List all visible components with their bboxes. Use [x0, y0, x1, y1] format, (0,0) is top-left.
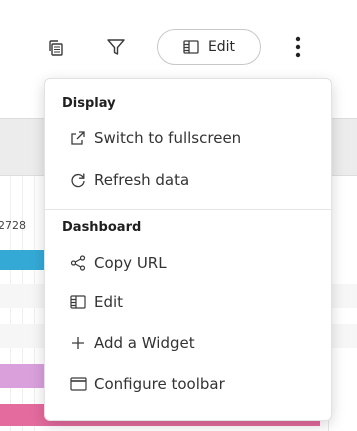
menu-divider: [45, 209, 331, 210]
timeline-bar-blue[interactable]: [0, 250, 46, 270]
menu-item-label: Edit: [94, 293, 124, 311]
menu-item-configure-toolbar[interactable]: Configure toolbar: [69, 369, 319, 399]
menu-item-switch-fullscreen[interactable]: Switch to fullscreen: [69, 123, 319, 153]
timeline-bar-lilac[interactable]: [0, 364, 46, 388]
refresh-icon: [69, 171, 87, 189]
filter-icon: [106, 37, 126, 57]
menu-item-label: Configure toolbar: [94, 375, 225, 393]
sidebar-layout-icon: [183, 40, 199, 54]
menu-item-label: Switch to fullscreen: [94, 129, 242, 147]
options-menu: Display Switch to fullscreen Refresh dat…: [44, 78, 332, 421]
edit-button[interactable]: Edit: [157, 29, 261, 65]
menu-item-copy-url[interactable]: Copy URL: [69, 248, 319, 278]
menu-item-label: Refresh data: [94, 171, 190, 189]
share-icon: [69, 254, 87, 272]
plus-icon: [69, 334, 87, 352]
edit-button-label: Edit: [207, 39, 236, 55]
sidebar-layout-icon: [69, 293, 87, 311]
more-vertical-icon: [295, 36, 301, 58]
copy-button[interactable]: [46, 38, 66, 58]
menu-item-add-widget[interactable]: Add a Widget: [69, 328, 319, 358]
day-label: 28: [12, 219, 26, 232]
menu-item-label: Copy URL: [94, 254, 167, 272]
day-label: 27: [0, 219, 12, 232]
more-options-button[interactable]: [291, 33, 305, 61]
window-icon: [69, 375, 87, 393]
section-title-display: Display: [62, 96, 116, 111]
filter-button[interactable]: [105, 36, 127, 58]
menu-item-refresh-data[interactable]: Refresh data: [69, 165, 319, 195]
menu-item-label: Add a Widget: [94, 334, 195, 352]
section-title-dashboard: Dashboard: [62, 220, 142, 235]
copy-icon: [47, 39, 65, 57]
external-link-icon: [69, 129, 87, 147]
menu-item-edit[interactable]: Edit: [69, 287, 319, 317]
